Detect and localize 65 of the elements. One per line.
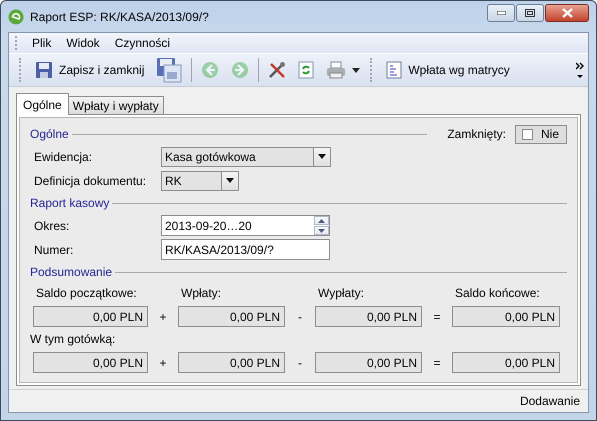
operator-sign: - (297, 354, 303, 372)
checkbox-button[interactable]: Nie (515, 124, 567, 144)
section-title: Ogólne (30, 127, 69, 141)
caret-icon (226, 178, 234, 183)
dropdown-field[interactable]: RK (161, 170, 239, 190)
tools-icon (268, 61, 286, 79)
close-icon (562, 8, 572, 18)
minimize-button[interactable] (487, 4, 515, 22)
field-label: Numer: (34, 242, 74, 256)
down-icon (318, 228, 325, 232)
operator-sign: + (158, 308, 168, 326)
up-icon (318, 218, 325, 222)
menu-item[interactable]: Czynności (108, 36, 180, 50)
column-label: Wpłaty: (180, 285, 222, 301)
input-field[interactable]: RK/KASA/2013/09/? (161, 239, 330, 260)
caret-icon (318, 154, 326, 159)
amount-field: 0,00 PLN (452, 352, 560, 373)
menu-item[interactable]: Plik (26, 36, 60, 50)
maximize-button[interactable] (516, 4, 544, 22)
amount-field: 0,00 PLN (178, 352, 285, 373)
dropdown-button[interactable] (221, 172, 238, 190)
spin-down-button[interactable] (314, 226, 329, 235)
field-label: Definicja dokumentu: (34, 174, 148, 188)
date-field[interactable]: 2013-09-20…20 (161, 215, 330, 236)
spin-up-button[interactable] (314, 216, 329, 225)
amount-field: 0,00 PLN (33, 306, 148, 327)
refresh-icon (298, 61, 314, 79)
dropdown-field[interactable]: Kasa gotówkowa (161, 146, 331, 166)
field-label: Okres: (34, 218, 70, 232)
amount-field: 0,00 PLN (315, 306, 422, 327)
menu-item[interactable]: Widok (60, 36, 109, 50)
chevron-icon (576, 60, 584, 80)
caret-icon (352, 68, 360, 72)
amount-field: 0,00 PLN (33, 352, 148, 373)
section-title: Raport kasowy (30, 196, 110, 210)
column-label: Saldo początkowe: (35, 285, 138, 301)
minimize-icon (496, 10, 506, 14)
app-logo-icon (8, 8, 24, 24)
maximize-icon (525, 8, 535, 16)
amount-field: 0,00 PLN (452, 306, 560, 327)
tab[interactable]: Ogólne (16, 93, 69, 115)
column-label: Saldo końcowe: (454, 285, 541, 301)
floppy-icon (35, 61, 53, 79)
save-close-button[interactable]: Zapisz i zamknij (29, 58, 150, 82)
field-label: Zamknięty: (447, 127, 506, 141)
window-title: Raport ESP: RK/KASA/2013/09/? (30, 10, 209, 24)
dropdown-button[interactable] (313, 148, 330, 166)
section-title: Podsumowanie (30, 265, 112, 279)
amount-field: 0,00 PLN (315, 352, 422, 373)
checkbox[interactable] (522, 128, 533, 140)
operator-sign: + (158, 354, 168, 372)
floppies-icon (156, 57, 182, 83)
close-button[interactable] (545, 4, 589, 22)
payment-button[interactable]: Wpłata wg matrycy (380, 58, 516, 82)
operator-sign: = (432, 354, 442, 372)
column-label: Wypłaty: (317, 285, 365, 301)
amount-field: 0,00 PLN (178, 306, 285, 327)
status-text: Dodawanie (520, 394, 580, 408)
printer-icon (326, 61, 346, 79)
tab[interactable]: Wpłaty i wypłaty (68, 96, 164, 114)
row-label: W tym gotówką: (30, 331, 116, 347)
operator-sign: = (432, 308, 442, 326)
document-icon (386, 61, 402, 79)
operator-sign: - (297, 308, 303, 326)
field-label: Ewidencja: (34, 150, 94, 164)
